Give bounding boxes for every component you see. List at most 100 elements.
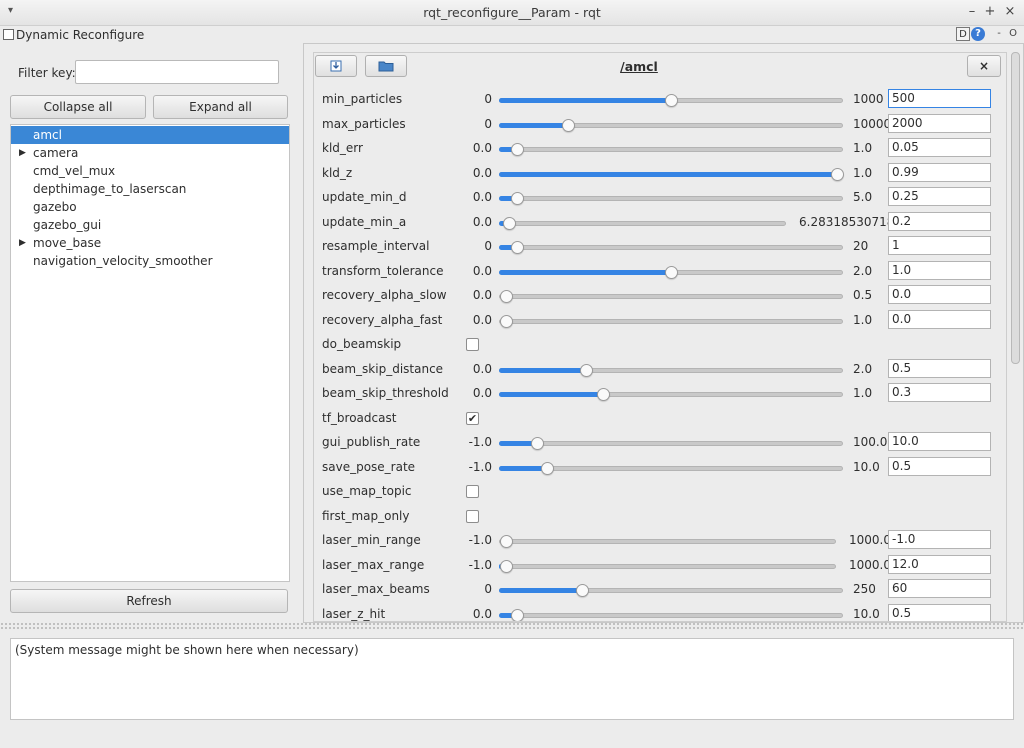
- param-value-input[interactable]: 0.25: [888, 187, 991, 206]
- slider-handle[interactable]: [511, 241, 524, 254]
- tree-item[interactable]: navigation_velocity_smoother: [11, 252, 289, 270]
- param-checkbox[interactable]: [466, 338, 479, 351]
- slider-handle[interactable]: [580, 363, 593, 377]
- slider-handle[interactable]: [500, 290, 513, 303]
- param-value-input[interactable]: 500: [888, 89, 991, 108]
- tree-item[interactable]: amcl: [11, 126, 289, 144]
- tree-item-label: cmd_vel_mux: [33, 164, 116, 178]
- dock-minimize-button[interactable]: -: [992, 27, 1006, 41]
- param-value-input[interactable]: 0.0: [888, 309, 991, 329]
- node-tree[interactable]: amcl ▶ camera cmd_vel_mux depthimage_to_lase…: [10, 124, 290, 582]
- param-slider[interactable]: [499, 608, 843, 621]
- slider-handle[interactable]: [500, 535, 513, 548]
- help-icon[interactable]: ?: [971, 27, 985, 41]
- param-value-input[interactable]: 0.99: [888, 162, 991, 182]
- slider-handle[interactable]: [541, 461, 554, 475]
- tree-item[interactable]: gazebo: [11, 198, 289, 216]
- dock-d-button[interactable]: D: [956, 27, 970, 41]
- param-slider[interactable]: [499, 241, 843, 254]
- expand-arrow-icon[interactable]: ▶: [19, 234, 26, 252]
- param-value-input[interactable]: 0.0: [888, 285, 991, 304]
- refresh-button[interactable]: Refresh: [10, 589, 288, 613]
- slider-fill: [499, 367, 585, 373]
- slider-handle[interactable]: [511, 608, 524, 621]
- slider-fill: [499, 122, 567, 128]
- param-slider[interactable]: [499, 314, 843, 328]
- param-value-input[interactable]: 60: [888, 579, 991, 598]
- expand-arrow-icon[interactable]: ▶: [19, 144, 26, 162]
- filter-key-input[interactable]: [75, 60, 279, 84]
- maximize-icon[interactable]: +: [983, 4, 997, 19]
- param-value-input[interactable]: 0.2: [888, 211, 991, 231]
- slider-handle[interactable]: [665, 94, 678, 107]
- param-checkbox[interactable]: ✔: [466, 411, 479, 425]
- param-value-input[interactable]: 2000: [888, 113, 991, 133]
- param-slider[interactable]: [499, 216, 786, 230]
- slider-handle[interactable]: [503, 216, 516, 230]
- param-value-input[interactable]: 0.5: [888, 456, 991, 476]
- param-slider[interactable]: [499, 461, 843, 475]
- param-slider[interactable]: [499, 363, 843, 377]
- scrollbar-thumb[interactable]: [1011, 52, 1020, 364]
- param-slider[interactable]: [499, 94, 843, 107]
- param-slider[interactable]: [499, 437, 843, 450]
- tree-item[interactable]: depthimage_to_laserscan: [11, 180, 289, 198]
- param-min: 0.0: [472, 361, 492, 376]
- param-name: kld_z: [322, 165, 353, 180]
- param-slider[interactable]: [499, 265, 843, 279]
- slider-handle[interactable]: [500, 559, 513, 573]
- param-value-input[interactable]: 0.05: [888, 138, 991, 157]
- param-min: 0.0: [472, 263, 492, 278]
- dock-options-button[interactable]: O: [1006, 27, 1020, 41]
- slider-handle[interactable]: [500, 314, 513, 328]
- slider-handle[interactable]: [511, 192, 524, 205]
- param-slider[interactable]: [499, 290, 843, 303]
- node-title: /amcl: [620, 59, 658, 74]
- param-slider[interactable]: [499, 192, 843, 205]
- horizontal-splitter[interactable]: [0, 622, 1024, 630]
- param-row-recovery-alpha-slow: recovery_alpha_slow 0.0 0.5 0.0: [314, 284, 1006, 308]
- param-value-input[interactable]: 0.3: [888, 383, 991, 402]
- param-slider[interactable]: [499, 584, 843, 597]
- slider-handle[interactable]: [831, 167, 844, 181]
- param-checkbox[interactable]: [466, 509, 479, 523]
- minimize-icon[interactable]: –: [965, 4, 979, 19]
- dock-header: Dynamic Reconfigure D ? - O: [0, 26, 1024, 44]
- slider-handle[interactable]: [531, 437, 544, 450]
- slider-handle[interactable]: [562, 118, 575, 132]
- slider-handle[interactable]: [576, 584, 589, 597]
- param-value-input[interactable]: 0.5: [888, 603, 991, 621]
- tree-item[interactable]: ▶ move_base: [11, 234, 289, 252]
- param-slider[interactable]: [499, 388, 843, 401]
- param-slider[interactable]: [499, 167, 844, 181]
- param-slider[interactable]: [499, 143, 843, 156]
- param-value-input[interactable]: 1: [888, 236, 991, 255]
- vertical-splitter[interactable]: [298, 44, 302, 622]
- param-value-input[interactable]: 10.0: [888, 432, 991, 451]
- slider-handle[interactable]: [597, 388, 610, 401]
- param-slider[interactable]: [499, 118, 843, 132]
- tree-item[interactable]: cmd_vel_mux: [11, 162, 289, 180]
- slider-fill: [499, 465, 546, 471]
- param-value-input[interactable]: 12.0: [888, 554, 991, 574]
- param-value-input[interactable]: 0.5: [888, 358, 991, 378]
- param-value-input[interactable]: -1.0: [888, 530, 991, 549]
- close-window-icon[interactable]: ×: [1003, 4, 1017, 19]
- tree-item[interactable]: ▶ camera: [11, 144, 289, 162]
- tree-item[interactable]: gazebo_gui: [11, 216, 289, 234]
- param-checkbox[interactable]: [466, 485, 479, 498]
- param-min: 0: [484, 92, 492, 106]
- param-row-tf-broadcast: tf_broadcast ✔: [314, 407, 1006, 431]
- param-value-input[interactable]: 1.0: [888, 260, 991, 280]
- slider-handle[interactable]: [665, 265, 678, 279]
- slider-handle[interactable]: [511, 143, 524, 156]
- param-name: laser_max_range: [322, 557, 425, 572]
- collapse-all-button[interactable]: Collapse all: [10, 95, 146, 119]
- param-slider[interactable]: [499, 535, 836, 548]
- close-node-button[interactable]: ×: [967, 55, 1001, 77]
- expand-all-button[interactable]: Expand all: [153, 95, 288, 119]
- param-row-update-min-a: update_min_a 0.0 6.28318530718 0.2: [314, 211, 1006, 235]
- window-title: rqt_reconfigure__Param - rqt: [423, 5, 601, 20]
- param-slider[interactable]: [499, 559, 836, 573]
- vertical-scrollbar[interactable]: [1011, 52, 1020, 620]
